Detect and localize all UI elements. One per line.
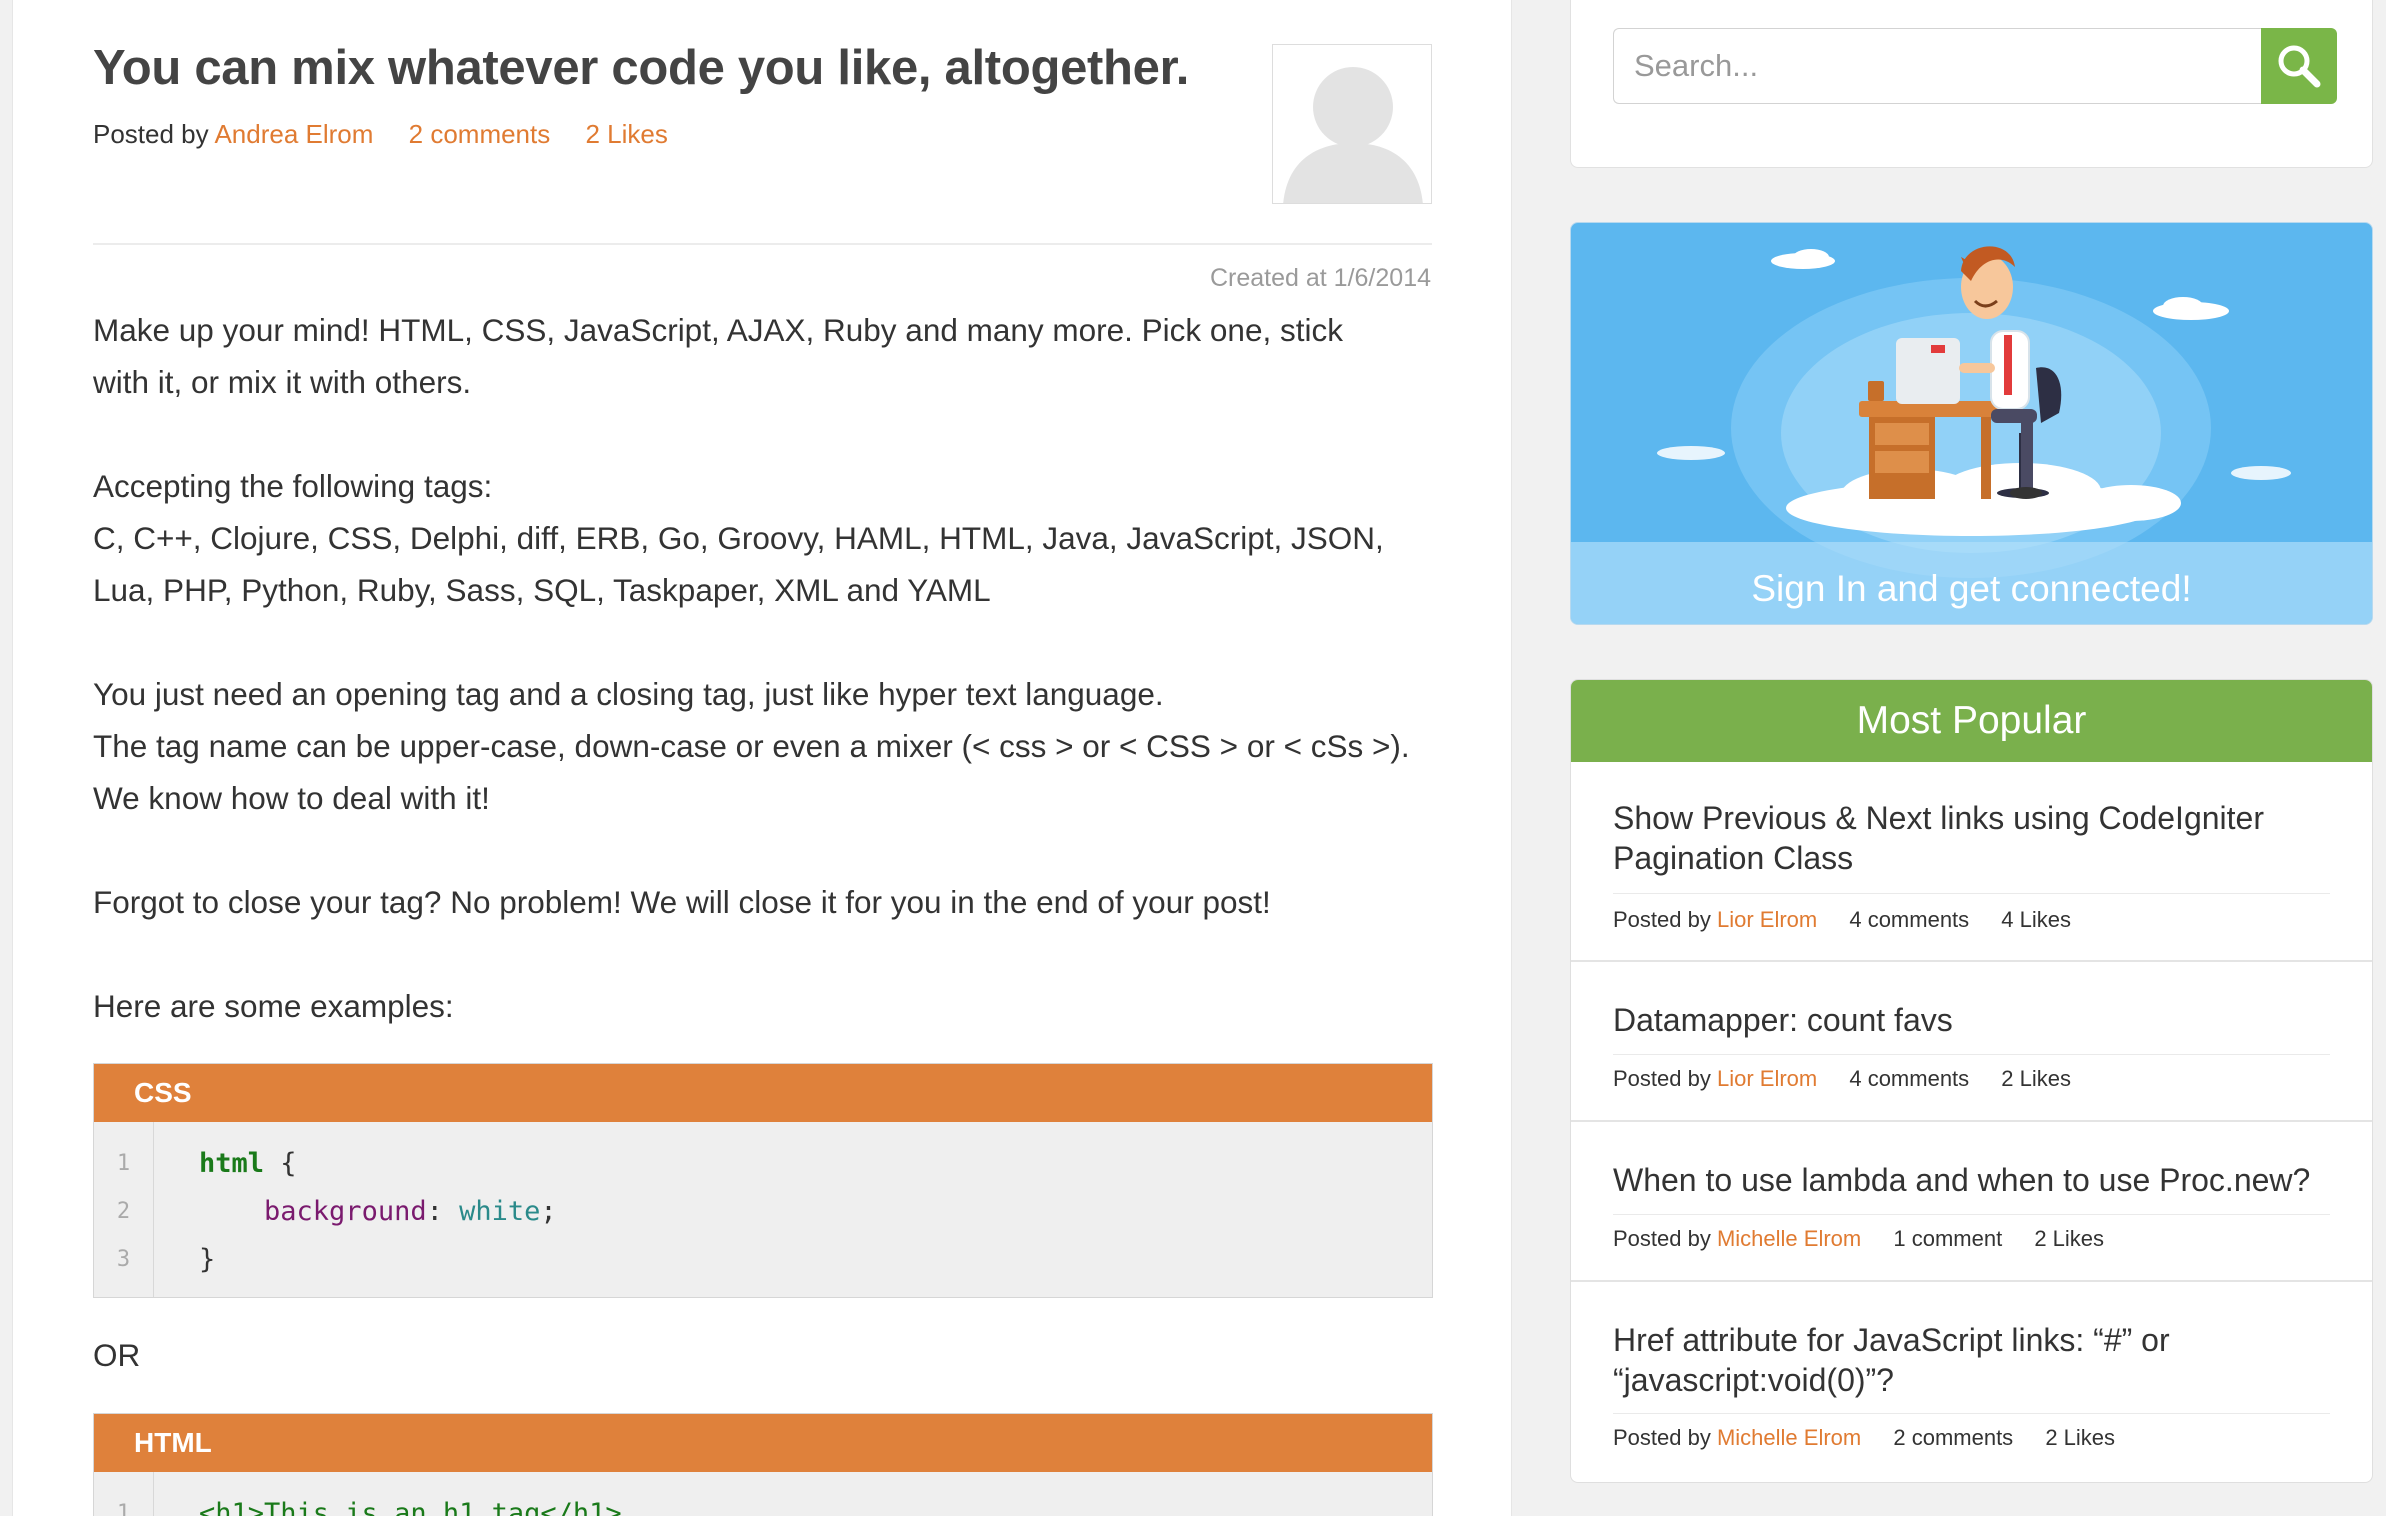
posted-by-label: Posted by bbox=[93, 119, 209, 149]
post-column: You can mix whatever code you like, alto… bbox=[12, 0, 1512, 1516]
avatar bbox=[1272, 44, 1432, 204]
popular-item: Href attribute for JavaScript links: “#”… bbox=[1571, 1282, 2372, 1482]
post-body: Make up your mind! HTML, CSS, JavaScript… bbox=[93, 304, 1463, 1032]
paragraph: Here are some examples: bbox=[93, 988, 454, 1024]
popular-author-link[interactable]: Michelle Elrom bbox=[1717, 1425, 1861, 1450]
code-content: <h1>This is an h1 tag</h1> bbox=[154, 1472, 622, 1516]
code-block-label: CSS bbox=[94, 1064, 1432, 1122]
code-block-html: HTML 1 <h1>This is an h1 tag</h1> bbox=[93, 1413, 1433, 1516]
likes-link[interactable]: 2 Likes bbox=[585, 119, 667, 149]
search-widget bbox=[1570, 0, 2373, 168]
signin-banner[interactable]: Sign In and get connected! bbox=[1570, 222, 2373, 625]
popular-item-meta: Posted by Michelle Elrom 2 comments 2 Li… bbox=[1613, 1425, 2115, 1451]
code-line: <h1>This is an h1 tag</h1> bbox=[199, 1498, 622, 1516]
user-placeholder-icon bbox=[1283, 67, 1423, 203]
post-meta: Posted by Andrea Elrom 2 comments 2 Like… bbox=[93, 119, 668, 150]
popular-comments-link[interactable]: 2 comments bbox=[1893, 1425, 2013, 1450]
paragraph: C, C++, Clojure, CSS, Delphi, diff, ERB,… bbox=[93, 520, 1384, 556]
post-title: You can mix whatever code you like, alto… bbox=[93, 41, 1190, 95]
posted-by-label: Posted by bbox=[1613, 1066, 1711, 1091]
popular-likes-link[interactable]: 2 Likes bbox=[2045, 1425, 2115, 1450]
paragraph: with it, or mix it with others. bbox=[93, 364, 472, 400]
paragraph: We know how to deal with it! bbox=[93, 780, 490, 816]
paragraph: Accepting the following tags: bbox=[93, 468, 493, 504]
popular-comments-link[interactable]: 4 comments bbox=[1849, 1066, 1969, 1091]
paragraph: The tag name can be upper-case, down-cas… bbox=[93, 728, 1410, 764]
popular-item: Datamapper: count favs Posted by Lior El… bbox=[1571, 962, 2372, 1122]
divider bbox=[93, 243, 1432, 245]
or-separator: OR bbox=[93, 1337, 141, 1373]
paragraph: Lua, PHP, Python, Ruby, Sass, SQL, Taskp… bbox=[93, 572, 991, 608]
paragraph: You just need an opening tag and a closi… bbox=[93, 676, 1164, 712]
popular-item-title[interactable]: Datamapper: count favs bbox=[1571, 1000, 1995, 1040]
popular-likes-link[interactable]: 2 Likes bbox=[2001, 1066, 2071, 1091]
code-line: background: white; bbox=[264, 1196, 557, 1227]
code-block-css: CSS 1 2 3 html { background: white; } bbox=[93, 1063, 1433, 1298]
code-token: white bbox=[459, 1196, 541, 1227]
paragraph: Forgot to close your tag? No problem! We… bbox=[93, 884, 1271, 920]
code-block-label: HTML bbox=[94, 1414, 1432, 1472]
comments-link[interactable]: 2 comments bbox=[409, 119, 551, 149]
signin-text: Sign In and get connected! bbox=[1751, 568, 2192, 609]
popular-item: When to use lambda and when to use Proc.… bbox=[1571, 1122, 2372, 1282]
popular-author-link[interactable]: Michelle Elrom bbox=[1717, 1226, 1861, 1251]
popular-likes-link[interactable]: 2 Likes bbox=[2034, 1226, 2104, 1251]
line-number: 1 bbox=[116, 1501, 131, 1516]
most-popular-widget: Most Popular Show Previous & Next links … bbox=[1570, 679, 2373, 1483]
popular-item-title[interactable]: Show Previous & Next links using CodeIgn… bbox=[1571, 798, 2372, 878]
code-line: html { bbox=[199, 1148, 297, 1179]
code-token: background bbox=[264, 1196, 427, 1227]
popular-item: Show Previous & Next links using CodeIgn… bbox=[1571, 762, 2372, 962]
search-button[interactable] bbox=[2261, 28, 2337, 104]
code-content: html { background: white; } bbox=[154, 1122, 557, 1297]
search-icon bbox=[2278, 45, 2321, 88]
author-link[interactable]: Andrea Elrom bbox=[214, 119, 373, 149]
posted-by-label: Posted by bbox=[1613, 1226, 1711, 1251]
popular-comments-link[interactable]: 4 comments bbox=[1849, 907, 1969, 932]
code-line: } bbox=[199, 1244, 216, 1275]
popular-item-title[interactable]: Href attribute for JavaScript links: “#”… bbox=[1571, 1320, 2372, 1400]
popular-item-meta: Posted by Lior Elrom 4 comments 2 Likes bbox=[1613, 1066, 2071, 1092]
line-number: 2 bbox=[116, 1199, 131, 1224]
popular-item-meta: Posted by Lior Elrom 4 comments 4 Likes bbox=[1613, 907, 2071, 933]
line-number: 3 bbox=[116, 1247, 131, 1272]
most-popular-title: Most Popular bbox=[1571, 680, 2372, 762]
created-date: Created at 1/6/2014 bbox=[1210, 264, 1431, 292]
popular-item-title[interactable]: When to use lambda and when to use Proc.… bbox=[1571, 1160, 2352, 1200]
paragraph: Make up your mind! HTML, CSS, JavaScript… bbox=[93, 312, 1343, 348]
line-numbers: 1 2 3 bbox=[94, 1122, 154, 1297]
search-input[interactable] bbox=[1613, 28, 2261, 104]
popular-author-link[interactable]: Lior Elrom bbox=[1717, 1066, 1817, 1091]
popular-item-meta: Posted by Michelle Elrom 1 comment 2 Lik… bbox=[1613, 1226, 2104, 1252]
popular-likes-link[interactable]: 4 Likes bbox=[2001, 907, 2071, 932]
posted-by-label: Posted by bbox=[1613, 907, 1711, 932]
popular-author-link[interactable]: Lior Elrom bbox=[1717, 907, 1817, 932]
code-token: html bbox=[199, 1148, 265, 1179]
line-numbers: 1 bbox=[94, 1472, 154, 1516]
popular-comments-link[interactable]: 1 comment bbox=[1893, 1226, 2002, 1251]
line-number: 1 bbox=[116, 1151, 131, 1176]
posted-by-label: Posted by bbox=[1613, 1425, 1711, 1450]
